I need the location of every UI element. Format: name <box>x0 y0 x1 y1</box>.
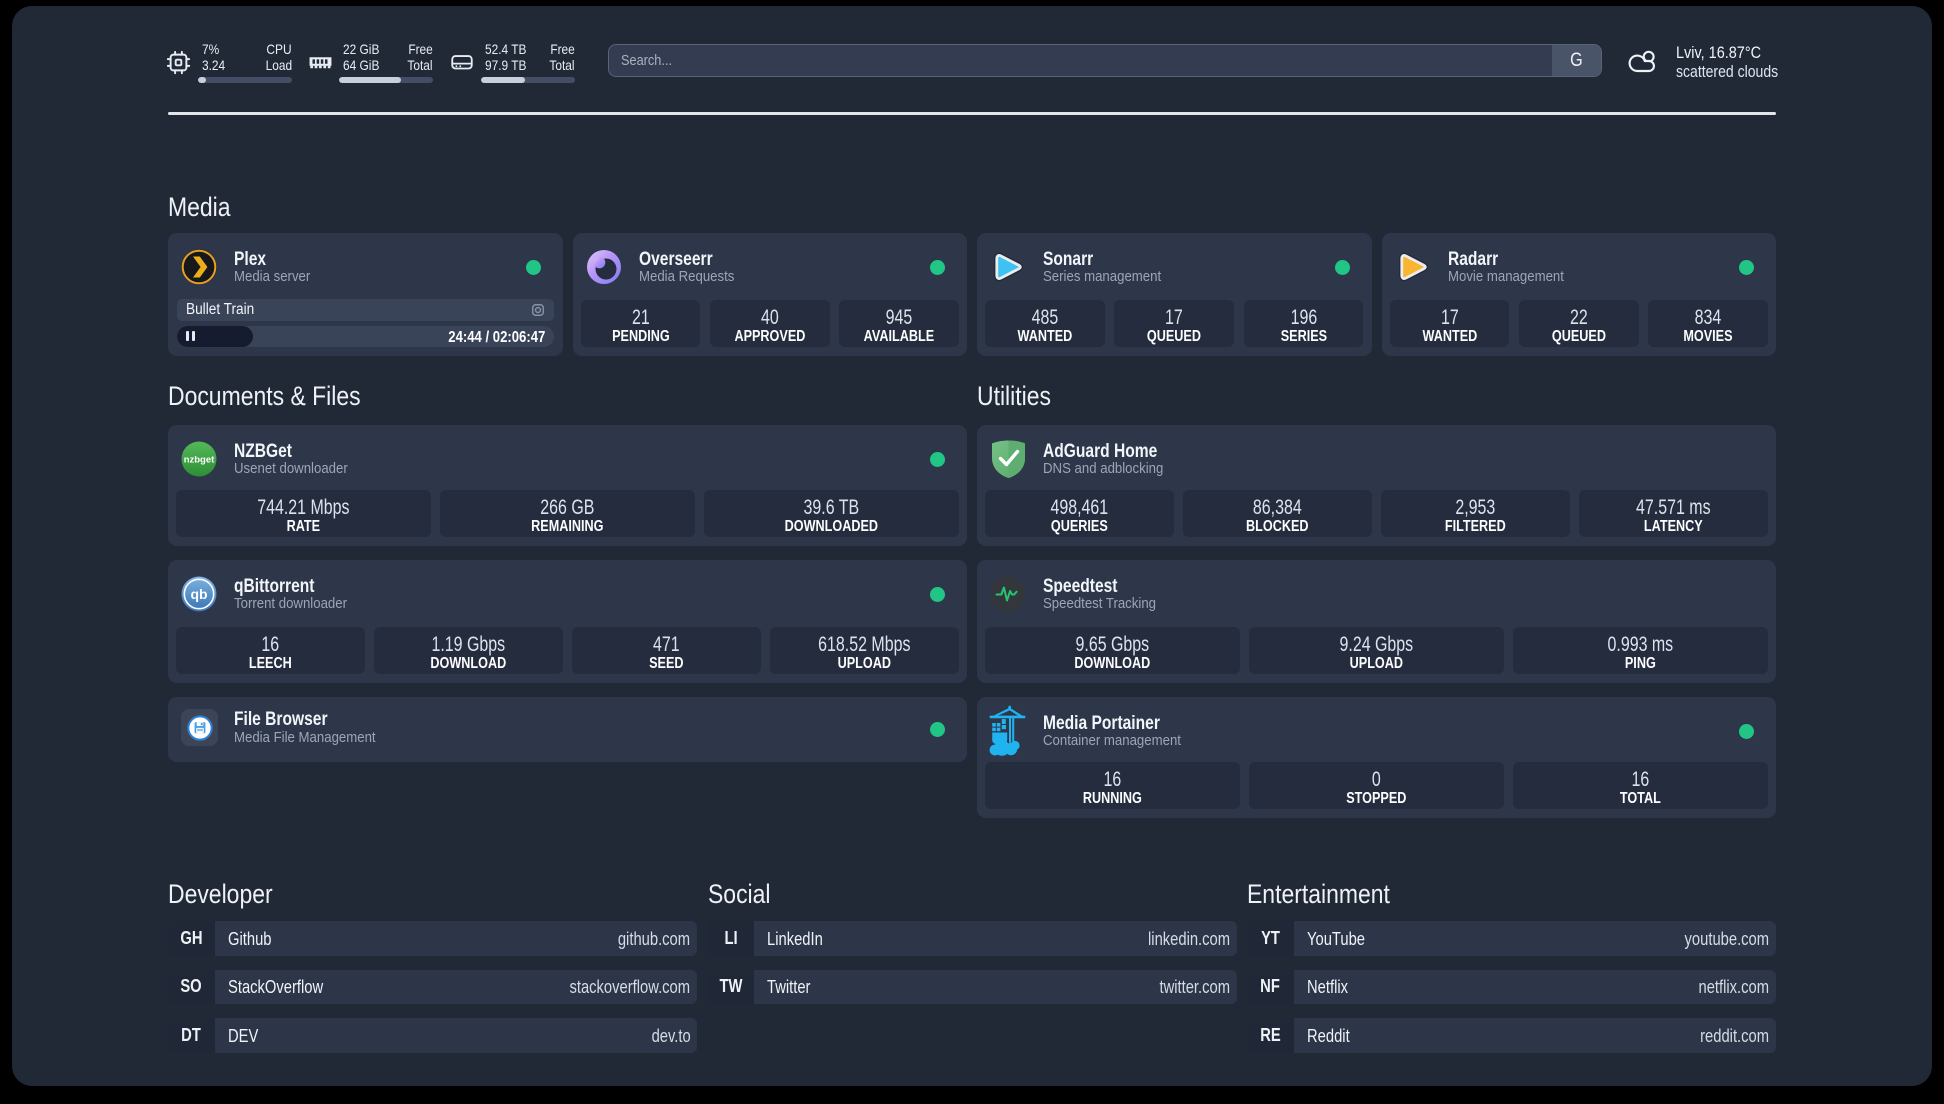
svg-text:qb: qb <box>190 586 207 602</box>
svg-text:nzbget: nzbget <box>184 455 215 466</box>
